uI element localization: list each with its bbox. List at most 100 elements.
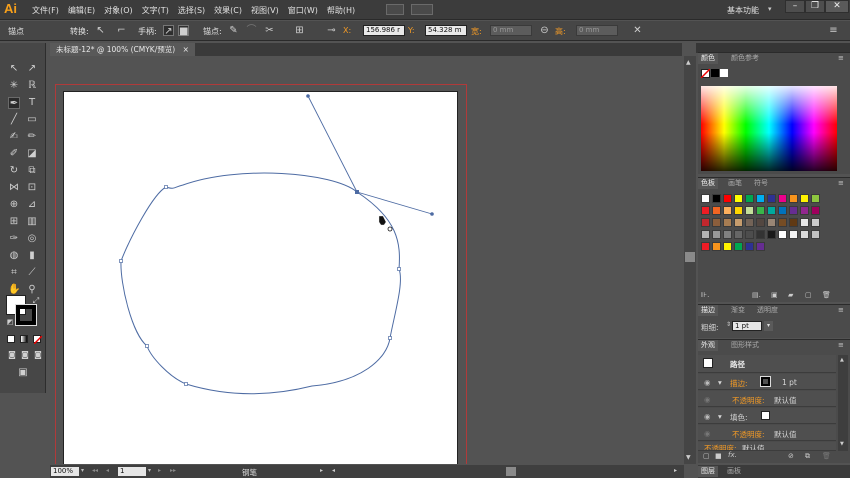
menu-file[interactable]: 文件(F) xyxy=(32,5,59,16)
anchor-point[interactable] xyxy=(119,259,123,263)
tab-symbols[interactable]: 符号 xyxy=(751,178,771,189)
bridge-button[interactable] xyxy=(386,4,404,15)
symbol-sprayer-tool-icon[interactable]: ◍ xyxy=(8,250,20,262)
color-swatch[interactable] xyxy=(723,194,732,203)
rectangle-tool-icon[interactable]: ▭ xyxy=(26,114,38,126)
color-swatch[interactable] xyxy=(778,218,787,227)
show-handles-icon[interactable]: ↗ xyxy=(163,25,174,37)
tab-brushes[interactable]: 画笔 xyxy=(725,178,745,189)
stroke-opacity-row[interactable]: ◉ 不透明度: 默认值 xyxy=(698,391,836,407)
appearance-scrollbar[interactable]: ▲ ▼ xyxy=(838,355,848,451)
color-swatch[interactable] xyxy=(734,230,743,239)
stroke-color-chip[interactable] xyxy=(760,376,771,387)
zoom-dropdown-icon[interactable]: ▾ xyxy=(81,467,84,474)
duplicate-item-icon[interactable]: ⧉ xyxy=(805,452,810,461)
add-new-fill-icon[interactable]: ■ xyxy=(715,452,722,460)
color-swatch[interactable] xyxy=(734,242,743,251)
status-menu-icon[interactable]: ▸ xyxy=(320,467,323,474)
stroke-weight-field[interactable]: 1 pt xyxy=(732,321,762,331)
color-swatch[interactable] xyxy=(756,194,765,203)
stroke-weight-value[interactable]: 1 pt xyxy=(782,378,797,387)
blob-brush-tool-icon[interactable]: ✐ xyxy=(8,148,20,160)
blend-tool-icon[interactable]: ◎ xyxy=(26,233,38,245)
lasso-tool-icon[interactable]: ℝ xyxy=(26,80,38,92)
x-field[interactable]: 156.986 r xyxy=(363,25,405,36)
color-swatch[interactable] xyxy=(701,230,710,239)
type-tool-icon[interactable]: T xyxy=(26,97,38,109)
fill-color-chip[interactable] xyxy=(761,411,770,420)
delete-swatch-icon[interactable]: 🗑 xyxy=(822,291,831,299)
fill-opacity-label[interactable]: 不透明度: xyxy=(732,429,765,440)
draw-normal-icon[interactable]: ◙ xyxy=(6,349,18,361)
stroke-swatch[interactable] xyxy=(15,304,37,326)
stroke-weight-dropdown-icon[interactable]: ▾ xyxy=(764,321,773,331)
none-swatch-icon[interactable] xyxy=(701,69,710,78)
color-swatch[interactable] xyxy=(756,230,765,239)
workspace-switcher[interactable]: 基本功能 xyxy=(727,5,759,16)
handle-top[interactable] xyxy=(306,94,310,98)
color-swatch[interactable] xyxy=(800,230,809,239)
isolate-icon[interactable]: ⊞ xyxy=(294,25,305,36)
color-swatch[interactable] xyxy=(723,230,732,239)
minimize-icon[interactable]: – xyxy=(785,0,805,13)
tab-layers[interactable]: 图层 xyxy=(698,466,718,477)
y-field[interactable]: 54.328 m xyxy=(425,25,467,36)
magic-wand-tool-icon[interactable]: ✳ xyxy=(8,80,20,92)
color-swatch[interactable] xyxy=(734,194,743,203)
add-new-stroke-icon[interactable]: ▢ xyxy=(703,452,710,460)
color-swatch[interactable] xyxy=(712,230,721,239)
menu-object[interactable]: 对象(O) xyxy=(104,5,133,16)
scroll-down-icon[interactable]: ▼ xyxy=(840,441,844,447)
color-swatch[interactable] xyxy=(723,206,732,215)
delete-item-icon[interactable]: 🗑 xyxy=(822,452,831,460)
clear-appearance-icon[interactable]: ⊘ xyxy=(788,452,794,460)
visibility-eye-icon[interactable]: ◉ xyxy=(704,378,711,387)
fill-opacity-row[interactable]: ◉ 不透明度: 默认值 xyxy=(698,425,836,441)
document-tab[interactable]: 未标题-12* @ 100% (CMYK/预览) × xyxy=(50,43,195,56)
tab-swatches[interactable]: 色板 xyxy=(698,178,718,189)
menu-edit[interactable]: 编辑(E) xyxy=(68,5,95,16)
width-tool-icon[interactable]: ⋈ xyxy=(8,182,20,194)
shape-builder-tool-icon[interactable]: ⊕ xyxy=(8,199,20,211)
swap-fill-stroke-icon[interactable]: ⤢ xyxy=(30,295,42,307)
handle-right[interactable] xyxy=(430,212,434,216)
close-icon[interactable]: ✕ xyxy=(825,0,849,13)
mesh-tool-icon[interactable]: ⊞ xyxy=(8,216,20,228)
color-swatch[interactable] xyxy=(723,218,732,227)
draw-behind-icon[interactable]: ◙ xyxy=(19,349,31,361)
direct-selection-tool-icon[interactable]: ↗ xyxy=(26,63,38,75)
screen-mode-icon[interactable]: ▣ xyxy=(16,367,30,379)
color-swatch[interactable] xyxy=(789,230,798,239)
swatch-kind-icon[interactable]: ▤. xyxy=(752,291,761,299)
visibility-eye-icon[interactable]: ◉ xyxy=(704,395,711,404)
color-swatch[interactable] xyxy=(756,242,765,251)
scale-tool-icon[interactable]: ⧉ xyxy=(26,165,38,177)
color-swatch[interactable] xyxy=(767,218,776,227)
selection-tool-icon[interactable]: ↖ xyxy=(8,63,20,75)
anchor-point[interactable] xyxy=(397,267,401,271)
tab-artboards[interactable]: 画板 xyxy=(724,466,744,477)
stroke-panel-menu-icon[interactable]: ≡ xyxy=(838,306,844,314)
color-mode-icon[interactable] xyxy=(7,335,15,343)
color-swatch[interactable] xyxy=(734,206,743,215)
color-swatch[interactable] xyxy=(745,194,754,203)
connect-anchor-icon[interactable]: ⌒ xyxy=(246,25,257,36)
eraser-tool-icon[interactable]: ◪ xyxy=(26,148,38,160)
scroll-up-icon[interactable]: ▲ xyxy=(840,357,844,363)
eyedropper-tool-icon[interactable]: ✑ xyxy=(8,233,20,245)
expand-arrow-icon[interactable]: ▾ xyxy=(718,378,722,387)
page-field[interactable]: 1 xyxy=(118,467,146,476)
visibility-eye-icon[interactable]: ◉ xyxy=(704,412,711,421)
color-swatch[interactable] xyxy=(778,206,787,215)
none-mode-icon[interactable] xyxy=(33,335,42,344)
black-swatch[interactable] xyxy=(711,69,719,77)
new-swatch-icon[interactable]: ▢ xyxy=(805,291,812,299)
remove-anchor-icon[interactable]: ✎ xyxy=(228,25,239,36)
first-page-icon[interactable]: ◂◂ xyxy=(92,467,98,474)
pencil-tool-icon[interactable]: ✏ xyxy=(26,131,38,143)
color-swatch[interactable] xyxy=(811,206,820,215)
w-field[interactable]: 0 mm xyxy=(490,25,532,36)
color-swatch[interactable] xyxy=(789,218,798,227)
gradient-mode-icon[interactable] xyxy=(20,335,28,343)
expand-arrow-icon[interactable]: ▾ xyxy=(718,412,722,421)
